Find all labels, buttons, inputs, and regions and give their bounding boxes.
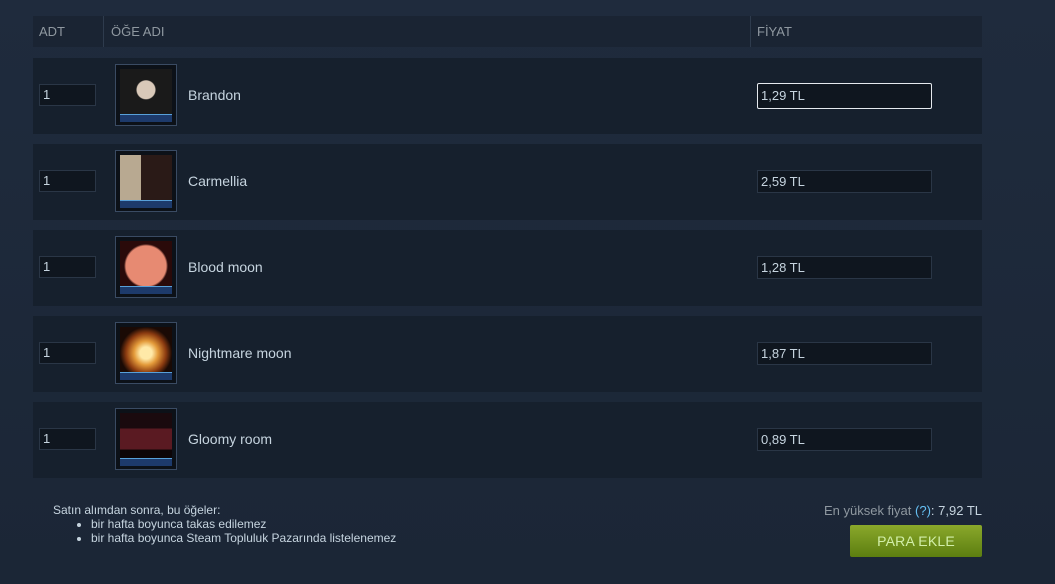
header-qty: ADT xyxy=(39,24,65,39)
quantity-input[interactable]: 1 xyxy=(39,342,96,364)
max-price-label: En yüksek fiyat xyxy=(823,503,912,518)
notes-intro: Satın alımdan sonra, bu öğeler: xyxy=(53,503,221,517)
item-name: Blood moon xyxy=(188,259,263,275)
item-thumbnail xyxy=(115,236,177,298)
help-link[interactable]: (?) xyxy=(915,503,931,518)
notes-list: bir hafta boyunca takas edilemez bir haf… xyxy=(53,517,396,545)
max-price-value: : 7,92 TL xyxy=(930,503,982,518)
table-row: 1 Blood moon 1,28 TL xyxy=(33,230,982,306)
add-funds-button[interactable]: PARA EKLE xyxy=(850,525,982,557)
list-item: bir hafta boyunca takas edilemez xyxy=(91,517,396,531)
item-thumbnail xyxy=(115,150,177,212)
quantity-input[interactable]: 1 xyxy=(39,428,96,450)
list-item: bir hafta boyunca Steam Topluluk Pazarın… xyxy=(91,531,396,545)
header-item-name: ÖĞE ADI xyxy=(111,24,165,39)
item-thumbnail xyxy=(115,322,177,384)
item-name: Brandon xyxy=(188,87,241,103)
price-input[interactable]: 1,29 TL xyxy=(757,83,932,109)
item-thumbnail xyxy=(115,408,177,470)
header-divider xyxy=(103,16,104,47)
quantity-input[interactable]: 1 xyxy=(39,84,96,106)
price-input[interactable]: 0,89 TL xyxy=(757,428,932,451)
item-name: Nightmare moon xyxy=(188,345,292,361)
max-price-summary: En yüksek fiyat (?): 7,92 TL xyxy=(824,503,982,518)
quantity-input[interactable]: 1 xyxy=(39,256,96,278)
table-row: 1 Carmellia 2,59 TL xyxy=(33,144,982,220)
item-name: Carmellia xyxy=(188,173,248,189)
header-divider xyxy=(750,16,751,47)
table-row: 1 Nightmare moon 1,87 TL xyxy=(33,316,982,392)
table-row: 1 Brandon 1,29 TL xyxy=(33,58,982,134)
price-input[interactable]: 2,59 TL xyxy=(757,170,932,193)
table-row: 1 Gloomy room 0,89 TL xyxy=(33,402,982,478)
item-thumbnail xyxy=(115,64,177,126)
purchase-notes: Satın alımdan sonra, bu öğeler: bir haft… xyxy=(53,503,396,545)
table-header: ADT ÖĞE ADI FİYAT xyxy=(33,16,982,47)
header-price: FİYAT xyxy=(757,24,792,39)
item-name: Gloomy room xyxy=(188,431,273,447)
price-input[interactable]: 1,87 TL xyxy=(757,342,932,365)
quantity-input[interactable]: 1 xyxy=(39,170,96,192)
price-input[interactable]: 1,28 TL xyxy=(757,256,932,279)
